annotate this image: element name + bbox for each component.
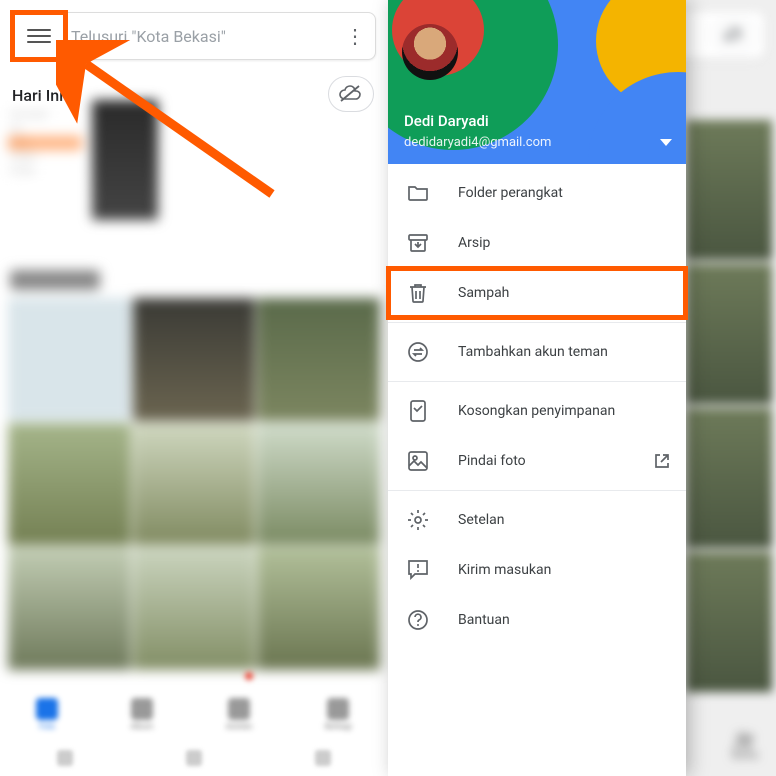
photo-thumbnail[interactable] — [686, 552, 772, 692]
storage-icon — [406, 399, 430, 423]
menu-sampah[interactable]: Sampah — [388, 268, 686, 318]
trash-icon — [406, 281, 430, 305]
menu-label: Bantuan — [458, 612, 510, 628]
highlight-hamburger — [10, 10, 68, 62]
account-dropdown-icon[interactable] — [660, 139, 672, 146]
swap-icon — [406, 340, 430, 364]
menu-tambahkan-akun[interactable]: Tambahkan akun teman — [388, 327, 686, 377]
photo-thumbnail[interactable] — [257, 423, 380, 546]
menu-setelan[interactable]: Setelan — [388, 495, 686, 545]
menu-pindai[interactable]: Pindai foto — [388, 436, 686, 486]
archive-icon — [406, 231, 430, 255]
tab-asisten[interactable]: Asisten — [226, 698, 253, 731]
menu-kirim-masukan[interactable]: Kirim masukan — [388, 545, 686, 595]
photo-grid — [8, 298, 380, 670]
nav-drawer: Dedi Daryadi dedidaryadi4@gmail.com Fold… — [388, 0, 686, 776]
tab-foto[interactable]: Foto — [36, 698, 58, 731]
drawer-header[interactable]: Dedi Daryadi dedidaryadi4@gmail.com — [388, 0, 686, 164]
photo-thumbnail[interactable] — [8, 547, 131, 670]
menu-folder-perangkat[interactable]: Folder perangkat — [388, 168, 686, 218]
bottom-nav: Foto Album Asisten Berbagi — [0, 686, 388, 742]
menu-label: Folder perangkat — [458, 185, 563, 201]
photo-thumbnail[interactable] — [8, 298, 131, 421]
screenshot-left: Telusuri "Kota Bekasi" ⋮ Hari Ini Folder… — [0, 0, 388, 776]
menu-label: Kosongkan penyimpanan — [458, 403, 615, 419]
account-name: Dedi Daryadi — [404, 112, 489, 130]
gear-icon — [406, 508, 430, 532]
folder-icon — [406, 181, 430, 205]
menu-label: Arsip — [458, 235, 490, 251]
people-icon — [734, 732, 756, 750]
menu-label: Pindai foto — [458, 453, 526, 469]
menu-bantuan[interactable]: Bantuan — [388, 595, 686, 645]
avatar[interactable] — [402, 24, 458, 80]
photo-thumbnail[interactable] — [92, 100, 158, 220]
open-external-icon — [654, 453, 670, 469]
photo-thumbnail[interactable] — [686, 264, 772, 404]
tab-berbagi[interactable]: Berba — [732, 732, 758, 761]
photo-thumbnail[interactable] — [133, 547, 256, 670]
menu-label: Tambahkan akun teman — [458, 344, 608, 360]
menu-label: Setelan — [458, 512, 505, 528]
cloud-off-button[interactable] — [712, 19, 756, 51]
drawer-menu: Folder perangkat Arsip Sampah Tambahkan — [388, 164, 686, 649]
system-nav — [0, 748, 388, 768]
menu-label: Kirim masukan — [458, 562, 551, 578]
tab-album[interactable]: Album — [130, 698, 153, 731]
photo-thumbnail[interactable] — [257, 547, 380, 670]
photo-scan-icon — [406, 449, 430, 473]
screenshot-right: Berba Dedi Daryadi dedidaryadi4@gmail.co… — [388, 0, 776, 776]
photo-thumbnail[interactable] — [686, 408, 772, 548]
blurred-content: Folder perangkat Arsip Sampah Tambahkan … — [0, 100, 388, 712]
account-email: dedidaryadi4@gmail.com — [404, 135, 551, 150]
help-icon — [406, 608, 430, 632]
feedback-icon — [406, 558, 430, 582]
search-placeholder[interactable]: Telusuri "Kota Bekasi" — [71, 27, 343, 46]
photo-thumbnail[interactable] — [686, 120, 772, 260]
menu-label: Sampah — [458, 285, 509, 301]
photo-thumbnail[interactable] — [8, 423, 131, 546]
blurred-mini-menu: Folder perangkat Arsip Sampah Tambahkan … — [8, 108, 82, 178]
photo-thumbnail[interactable] — [133, 423, 256, 546]
tab-berbagi[interactable]: Berbagi — [325, 698, 352, 731]
photo-thumbnail[interactable] — [257, 298, 380, 421]
menu-arsip[interactable]: Arsip — [388, 218, 686, 268]
menu-kosongkan[interactable]: Kosongkan penyimpanan — [388, 386, 686, 436]
photo-thumbnail[interactable] — [133, 298, 256, 421]
more-vert-icon[interactable]: ⋮ — [343, 24, 367, 48]
